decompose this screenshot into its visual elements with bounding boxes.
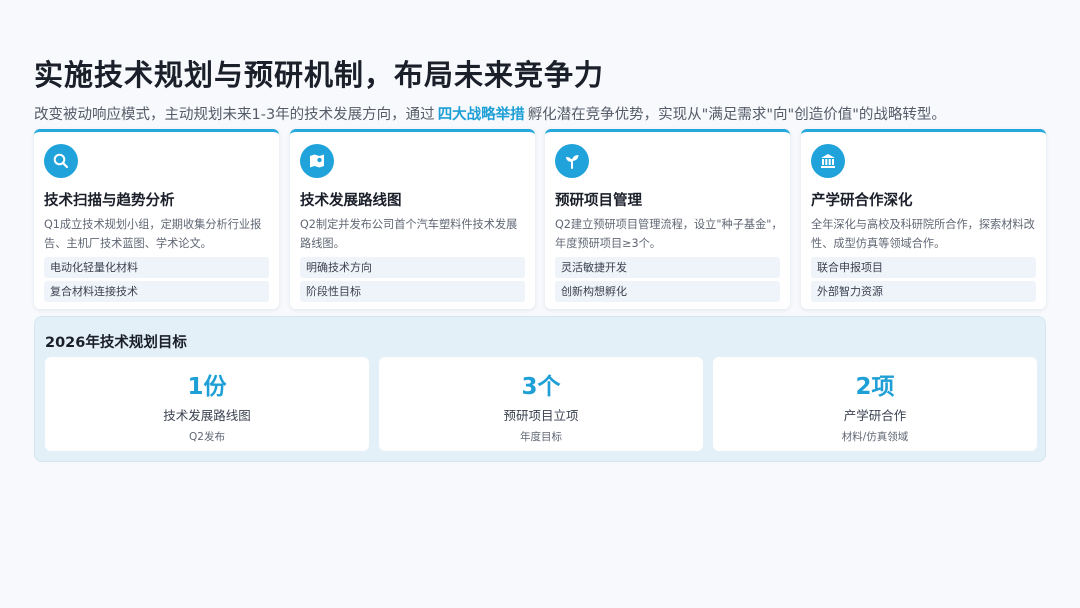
goal-card: 2项 产学研合作 材料/仿真领域 <box>713 357 1037 451</box>
goal-sublabel: 年度目标 <box>520 431 562 443</box>
card-tag: 复合材料连接技术 <box>44 281 269 302</box>
card-tag: 联合申报项目 <box>811 257 1036 278</box>
card-tag: 阶段性目标 <box>300 281 525 302</box>
seedling-icon <box>555 144 589 178</box>
strategy-card: 产学研合作深化 全年深化与高校及科研院所合作，探索材料改性、成型仿真等领域合作。… <box>801 129 1046 309</box>
goal-sublabel: Q2发布 <box>189 431 225 443</box>
goal-sublabel: 材料/仿真领域 <box>841 431 909 443</box>
goal-value: 2项 <box>855 374 895 400</box>
card-description: 全年深化与高校及科研院所合作，探索材料改性、成型仿真等领域合作。 <box>811 218 1035 250</box>
search-icon <box>44 144 78 178</box>
card-title: 产学研合作深化 <box>811 193 913 209</box>
card-description: Q1成立技术规划小组，定期收集分析行业报告、主机厂技术蓝图、学术论文。 <box>44 218 262 250</box>
subtitle-text: 改变被动响应模式，主动规划未来1-3年的技术发展方向，通过 <box>34 107 435 123</box>
goals-panel: 2026年技术规划目标 1份 技术发展路线图 Q2发布 3个 预研项目立项 年度… <box>34 316 1046 462</box>
subtitle-text-end: 孵化潜在竞争优势，实现从"满足需求"向"创造价值"的战略转型。 <box>527 107 946 123</box>
goal-label: 技术发展路线图 <box>163 408 251 423</box>
goal-card: 1份 技术发展路线图 Q2发布 <box>45 357 369 451</box>
strategy-cards: 技术扫描与趋势分析 Q1成立技术规划小组，定期收集分析行业报告、主机厂技术蓝图、… <box>34 129 1046 309</box>
card-tag: 电动化轻量化材料 <box>44 257 269 278</box>
strategy-card: 技术发展路线图 Q2制定并发布公司首个汽车塑料件技术发展路线图。 明确技术方向 … <box>290 129 535 309</box>
page-title: 实施技术规划与预研机制，布局未来竞争力 <box>34 58 605 92</box>
institution-icon <box>811 144 845 178</box>
goal-card: 3个 预研项目立项 年度目标 <box>379 357 703 451</box>
goal-value: 3个 <box>521 374 561 400</box>
card-tag: 外部智力资源 <box>811 281 1036 302</box>
card-title: 技术扫描与趋势分析 <box>44 193 175 209</box>
page-subtitle: 改变被动响应模式，主动规划未来1-3年的技术发展方向，通过 四大战略举措 孵化潜在竞… <box>34 103 946 124</box>
card-tag: 灵活敏捷开发 <box>555 257 780 278</box>
card-description: Q2制定并发布公司首个汽车塑料件技术发展路线图。 <box>300 218 518 250</box>
map-icon <box>300 144 334 178</box>
card-tag: 明确技术方向 <box>300 257 525 278</box>
goals-title: 2026年技术规划目标 <box>45 335 187 351</box>
slide: 实施技术规划与预研机制，布局未来竞争力 改变被动响应模式，主动规划未来1-3年的… <box>0 0 1080 608</box>
strategy-card: 预研项目管理 Q2建立预研项目管理流程，设立"种子基金"，年度预研项目≥3个。 … <box>545 129 790 309</box>
card-title: 预研项目管理 <box>555 193 642 209</box>
goal-label: 预研项目立项 <box>503 408 579 423</box>
card-title: 技术发展路线图 <box>300 193 402 209</box>
card-description: Q2建立预研项目管理流程，设立"种子基金"，年度预研项目≥3个。 <box>555 218 783 250</box>
goal-label: 产学研合作 <box>843 408 907 423</box>
card-tag: 创新构想孵化 <box>555 281 780 302</box>
subtitle-highlight: 四大战略举措 <box>437 107 525 123</box>
strategy-card: 技术扫描与趋势分析 Q1成立技术规划小组，定期收集分析行业报告、主机厂技术蓝图、… <box>34 129 279 309</box>
goal-value: 1份 <box>187 374 227 400</box>
